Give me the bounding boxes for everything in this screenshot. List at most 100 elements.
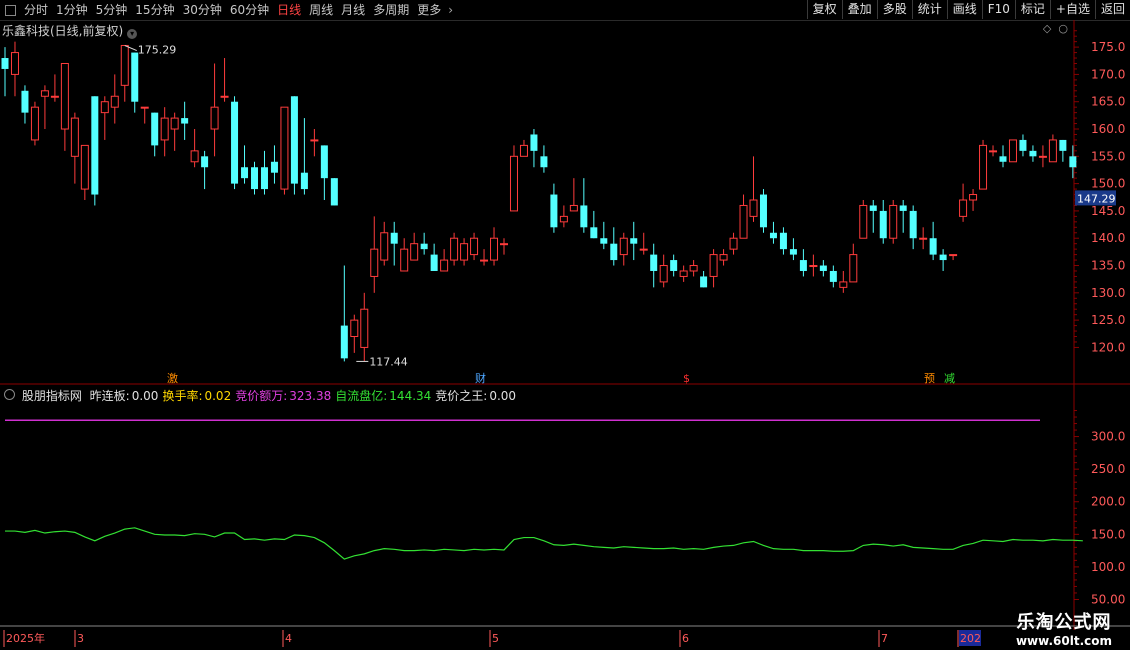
indicator-value-3: 144.34 [389, 389, 432, 403]
period-tab-4[interactable]: 30分钟 [179, 0, 226, 20]
candle-body [120, 44, 129, 86]
candle-42 [420, 232, 428, 255]
candle-body [110, 95, 119, 108]
candle-body [220, 95, 229, 98]
toolbar-button-8[interactable]: 返回 [1094, 0, 1130, 19]
candle-79 [789, 238, 797, 261]
candle-84 [839, 270, 848, 293]
price-tick-label-1: 125.0 [1091, 313, 1125, 327]
toolbar-button-1[interactable]: 叠加 [841, 0, 877, 19]
candle-body [670, 260, 678, 271]
candle-body [100, 101, 109, 114]
candle-body [91, 96, 99, 195]
candle-90 [899, 200, 907, 233]
candle-body [509, 155, 518, 212]
low-price-label: 117.44 [369, 355, 408, 368]
period-tab-7[interactable]: 周线 [305, 0, 337, 20]
indicator-value-4: 0.00 [489, 389, 517, 403]
candle-body [889, 204, 898, 239]
candle-45 [450, 232, 459, 266]
period-tab-1[interactable]: 1分钟 [52, 0, 92, 20]
dropdown-circle-icon[interactable]: ▾ [127, 29, 138, 39]
candle-body [749, 199, 758, 217]
candle-body [939, 254, 947, 261]
period-tab-6[interactable]: 日线 [273, 0, 305, 20]
indicator-label-0: 昨连板: [89, 389, 130, 403]
candle-48 [480, 249, 489, 266]
period-tab-0[interactable]: 分时 [20, 0, 52, 20]
candle-body [659, 265, 668, 283]
candle-81 [809, 254, 818, 277]
toolbar-buttons: 复权 叠加 多股 统计 画线 F10 标记 +自选 返回 [806, 0, 1130, 20]
candle-82 [819, 260, 827, 277]
candle-31 [310, 129, 319, 157]
candle-body [70, 117, 79, 157]
candle-body [739, 204, 748, 239]
candle-body [190, 150, 199, 163]
chevron-right-icon[interactable]: › [448, 3, 453, 17]
ind-tick-label-0: 50.00 [1091, 592, 1125, 606]
menu-square-icon[interactable] [5, 4, 16, 16]
candle-103 [1029, 145, 1037, 162]
candle-body [131, 52, 139, 102]
candle-body [170, 117, 179, 130]
candle-body [320, 145, 328, 179]
kline-chart[interactable]: 120.0 125.0 130.0 135.0 140.0 145.0 150.0 155.0… [0, 0, 1130, 650]
candle-70 [700, 270, 708, 288]
period-tab-10[interactable]: 更多 [413, 0, 445, 20]
candle-43 [430, 243, 438, 271]
period-tab-3[interactable]: 15分钟 [131, 0, 178, 20]
toolbar-button-2[interactable]: 多股 [876, 0, 912, 19]
candle-102 [1019, 134, 1027, 157]
candle-body [759, 194, 767, 228]
candle-body [849, 254, 858, 283]
indicator-name[interactable]: 股朋指标网 [22, 389, 82, 403]
candle-body [60, 62, 69, 130]
candle-body [869, 205, 877, 211]
period-toolbar: 分时 1分钟 5分钟 15分钟 30分钟 60分钟 日线 周线 月线 多周期 更多 › 复权 叠加 多股… [0, 0, 1130, 21]
candle-61 [610, 227, 618, 266]
period-tabs: 分时 1分钟 5分钟 15分钟 30分钟 60分钟 日线 周线 月线 多周期 更多 [20, 0, 445, 20]
settings-circle-icon[interactable]: ○ [1058, 22, 1068, 35]
candle-body [10, 52, 19, 75]
candle-72 [719, 249, 728, 266]
candle-body [490, 237, 499, 261]
candle-body [380, 232, 389, 261]
event-marker-2: $ [683, 372, 690, 385]
candle-body [231, 101, 239, 184]
current-price-tag [1075, 190, 1116, 206]
price-tick-label-4: 140.0 [1091, 231, 1125, 245]
toolbar-button-4[interactable]: 画线 [946, 0, 982, 19]
candle-8 [80, 144, 89, 200]
candle-body [979, 144, 988, 190]
candle-69 [689, 260, 698, 277]
candle-86 [859, 200, 868, 239]
toolbar-button-0[interactable]: 复权 [806, 0, 842, 19]
date-label-3: 5 [492, 632, 499, 645]
candle-body [959, 199, 968, 217]
diamond-icon[interactable]: ◇ [1043, 22, 1051, 35]
candle-80 [799, 249, 807, 277]
candle-body [1069, 156, 1077, 168]
candle-58 [580, 178, 588, 233]
indicator-item-3: 自流盘亿: 144.34 [335, 389, 431, 403]
toolbar-button-6[interactable]: 标记 [1014, 0, 1050, 19]
indicator-toggle-icon[interactable] [4, 389, 15, 400]
chart-title: 乐鑫科技(日线,前复权) ▾ [2, 22, 138, 39]
candle-44 [440, 249, 449, 272]
period-tab-8[interactable]: 月线 [337, 0, 369, 20]
candle-body [969, 194, 978, 201]
candle-body [280, 106, 289, 190]
candle-body [540, 156, 548, 168]
toolbar-button-3[interactable]: 统计 [911, 0, 947, 19]
candle-52 [519, 139, 528, 157]
candle-95 [949, 254, 958, 261]
period-tab-2[interactable]: 5分钟 [92, 0, 132, 20]
indicator-label-3: 自流盘亿: [335, 389, 388, 403]
toolbar-button-7[interactable]: +自选 [1049, 0, 1095, 19]
candle-38 [380, 221, 389, 266]
toolbar-button-5[interactable]: F10 [981, 0, 1015, 19]
period-tab-9[interactable]: 多周期 [369, 0, 413, 20]
candle-9 [91, 96, 99, 206]
period-tab-5[interactable]: 60分钟 [226, 0, 273, 20]
